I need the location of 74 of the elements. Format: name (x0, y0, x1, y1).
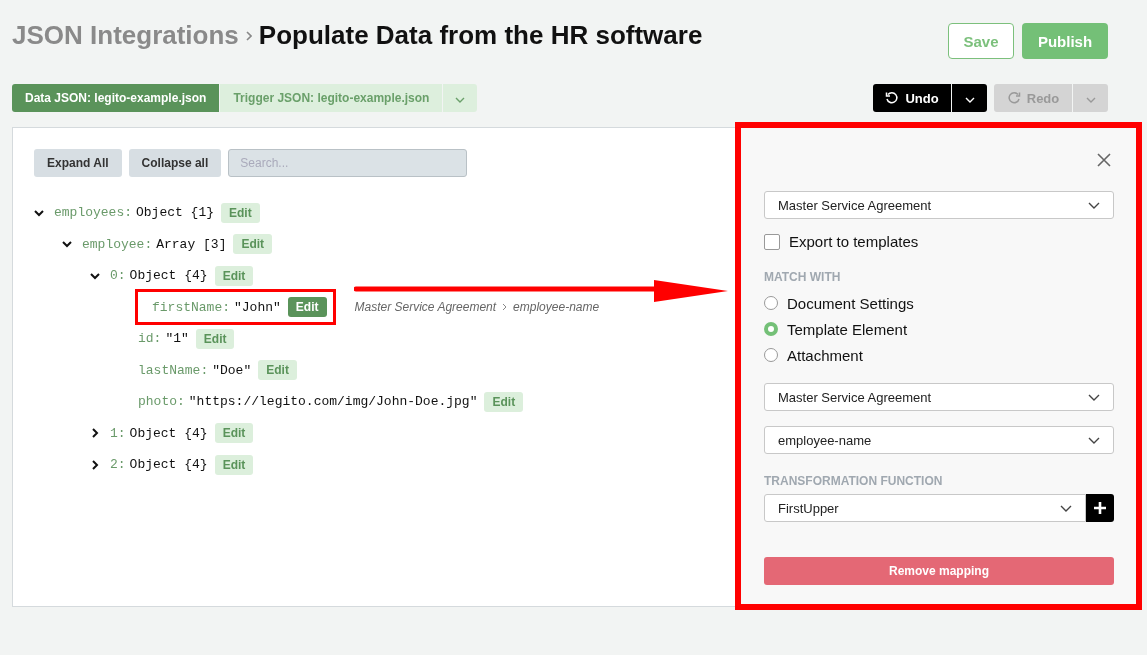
json-key: employee: (82, 236, 153, 252)
save-button[interactable]: Save (948, 23, 1014, 59)
transform-select[interactable]: FirstUpper (764, 494, 1086, 522)
chevron-right-icon (245, 30, 252, 41)
chevron-down-icon (1088, 201, 1100, 209)
json-value: Array [3] (156, 236, 227, 252)
redo-icon (1006, 91, 1021, 105)
json-key: firstName: (152, 299, 230, 315)
chevron-down-icon (964, 96, 975, 103)
mapping-path: employee-name (513, 300, 600, 315)
mapping-path: Master Service Agreement (354, 300, 497, 315)
chevron-icon[interactable] (90, 428, 100, 439)
json-value: "Doe" (212, 362, 252, 378)
undo-icon (885, 91, 900, 105)
breadcrumb-link[interactable]: JSON Integrations (12, 20, 239, 51)
chevron-down-icon (1060, 504, 1072, 512)
chevron-down-icon (1085, 96, 1096, 103)
source-tab[interactable]: Trigger JSON: legito-example.json (220, 84, 443, 112)
json-value: "John" (234, 299, 281, 315)
publish-button[interactable]: Publish (1022, 23, 1108, 59)
json-value: "1" (165, 331, 189, 347)
chevron-icon[interactable] (34, 207, 44, 218)
json-key: lastName: (138, 362, 209, 378)
edit-button[interactable]: Edit (195, 328, 235, 349)
checkbox-label: Export to templates (789, 233, 919, 250)
element-select[interactable]: employee-name (764, 426, 1114, 454)
edit-button[interactable]: Edit (214, 265, 254, 286)
undo-button[interactable]: Undo (873, 84, 951, 112)
edit-button[interactable]: Edit (233, 234, 273, 255)
source-tab[interactable]: Data JSON: legito-example.json (12, 84, 220, 112)
remove-mapping-button[interactable]: Remove mapping (764, 557, 1114, 585)
add-button[interactable] (1086, 494, 1114, 522)
chevron-down-icon (1088, 393, 1100, 401)
document-select[interactable]: Master Service Agreement (764, 191, 1114, 219)
page-title: Populate Data from the HR software (258, 20, 703, 51)
json-key: photo: (138, 394, 185, 410)
section-heading: TRANSFORMATION FUNCTION (764, 474, 944, 488)
plus-icon (1093, 501, 1107, 515)
json-value: Object {4} (129, 425, 208, 441)
json-value: Object {1} (136, 205, 215, 221)
json-key: id: (138, 331, 162, 347)
edit-button[interactable]: Edit (484, 391, 524, 412)
chevron-icon[interactable] (90, 459, 100, 470)
json-key: 0: (110, 268, 126, 284)
edit-button[interactable]: Edit (258, 360, 297, 381)
checkbox[interactable] (764, 233, 780, 250)
template-select[interactable]: Master Service Agreement (764, 383, 1114, 411)
json-value: Object {4} (129, 457, 208, 473)
radio-label: Attachment (787, 346, 863, 364)
radio-label: Template Element (787, 320, 908, 338)
edit-button[interactable]: Edit (214, 423, 254, 444)
radio-button[interactable] (764, 296, 778, 310)
search-field[interactable]: Search... (228, 149, 468, 177)
edit-button[interactable]: Edit (287, 297, 327, 318)
expand-all-button[interactable]: Expand All (34, 149, 122, 177)
chevron-down-icon (1088, 436, 1100, 444)
chevron-icon[interactable] (90, 270, 100, 281)
chevron-down-icon (455, 96, 466, 103)
json-key: 1: (110, 425, 126, 441)
json-key: employees: (54, 205, 132, 221)
collapse-all-button[interactable]: Collapse all (128, 149, 222, 177)
close-icon[interactable] (1097, 153, 1111, 167)
json-value: "https://legito.com/img/John-Doe.jpg" (188, 394, 478, 410)
radio-button[interactable] (764, 322, 778, 336)
radio-label: Document Settings (787, 294, 914, 312)
chevron-right-icon (502, 303, 508, 312)
section-heading: MATCH WITH (764, 270, 842, 284)
edit-button[interactable]: Edit (214, 454, 254, 475)
json-value: Object {4} (129, 268, 208, 284)
radio-button[interactable] (764, 348, 778, 362)
chevron-icon[interactable] (62, 239, 72, 250)
edit-button[interactable]: Edit (221, 202, 260, 223)
undo-dropdown-button[interactable] (952, 84, 987, 112)
json-key: 2: (110, 457, 126, 473)
